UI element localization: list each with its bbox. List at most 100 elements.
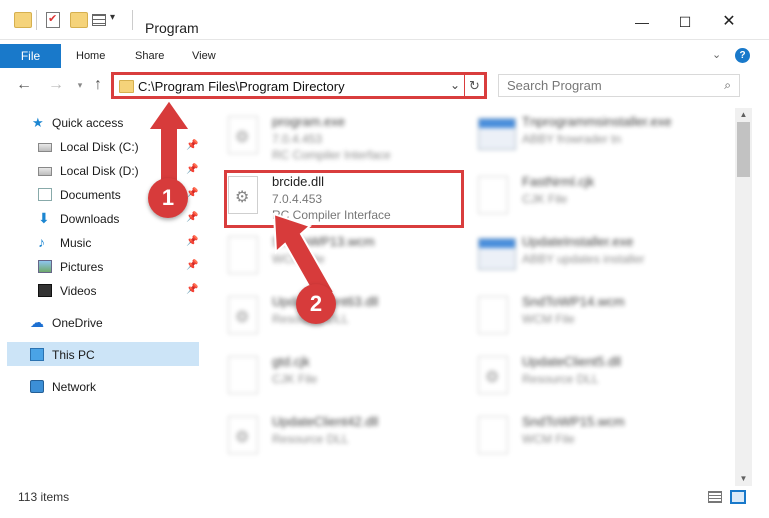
file-name: Tnprogrammsinstaller.exe — [522, 114, 672, 129]
large-icons-view-icon[interactable] — [730, 490, 746, 504]
scroll-up-arrow-icon[interactable]: ▲ — [735, 108, 752, 122]
tab-home[interactable]: Home — [76, 44, 105, 68]
file-name: UpdateInstaller.exe — [522, 234, 634, 249]
list-item[interactable]: Tnprogrammsinstaller.exe ABBY frowrader … — [452, 108, 702, 164]
pin-icon[interactable]: 📌 — [186, 260, 198, 271]
vertical-scrollbar[interactable]: ▲ ▼ — [735, 108, 752, 486]
file-icon — [478, 176, 508, 214]
sidebar-item-label: Network — [52, 380, 97, 394]
music-icon: ♪ — [38, 234, 45, 250]
sidebar-item-label: Local Disk (C:) — [60, 140, 139, 154]
file-name: UpdateClient5.dll — [522, 354, 622, 369]
installer-icon — [478, 118, 516, 150]
sidebar-item-label: OneDrive — [52, 316, 103, 330]
up-button[interactable]: ↑ — [88, 75, 108, 95]
expand-ribbon-chevron-icon[interactable]: ⌄ — [712, 48, 721, 61]
file-name: UpdateClient42.dll — [272, 414, 379, 429]
list-item[interactable]: UpdateInstaller.exe ABBY updates install… — [452, 228, 702, 284]
scrollbar-thumb[interactable] — [737, 122, 750, 177]
tab-share[interactable]: Share — [135, 44, 164, 68]
divider — [132, 10, 133, 30]
address-bar[interactable]: C:\Program Files\Program Directory ⌄ ↻ — [111, 72, 487, 99]
ribbon: File Home Share View ⌄ ? — [0, 44, 769, 68]
computer-icon — [30, 348, 44, 361]
sidebar-item-label: Downloads — [60, 212, 120, 226]
file-type: WCM File — [522, 312, 575, 326]
pictures-icon — [38, 260, 52, 273]
refresh-button[interactable]: ↻ — [464, 75, 484, 96]
file-highlight-box — [224, 170, 464, 228]
file-icon — [478, 416, 508, 454]
list-item[interactable]: UpdateClient42.dll Resource DLL — [202, 408, 452, 464]
file-name: program.exe — [272, 114, 345, 129]
sidebar-item-label: Quick access — [52, 116, 124, 130]
folder-icon — [14, 12, 32, 28]
close-button[interactable]: ✕ — [719, 12, 739, 32]
documents-icon — [38, 188, 52, 201]
list-item[interactable]: gtd.cjk CJK File — [202, 348, 452, 404]
callout-badge-2: 2 — [296, 284, 336, 324]
dll-file-icon — [478, 356, 508, 394]
file-type: WCM File — [522, 432, 575, 446]
details-view-icon[interactable] — [708, 491, 722, 503]
pin-icon[interactable]: 📌 — [186, 212, 198, 223]
customize-toolbar-chevron-icon[interactable]: ▾ — [110, 12, 115, 23]
drive-icon — [38, 143, 52, 152]
list-item[interactable]: SndToWP14.wcm WCM File — [452, 288, 702, 344]
recent-locations-chevron-icon[interactable]: ▾ — [70, 75, 90, 95]
list-item[interactable]: UpdateClient5.dll Resource DLL — [452, 348, 702, 404]
file-icon — [478, 296, 508, 334]
file-description: ABBY updates installer — [522, 252, 645, 266]
search-icon[interactable]: ⌕ — [724, 78, 731, 93]
list-item[interactable]: FastNrml.cjk CJK File — [452, 168, 702, 224]
address-dropdown-chevron-icon[interactable]: ⌄ — [450, 78, 460, 92]
file-type: CJK File — [522, 192, 568, 206]
installer-icon — [478, 238, 516, 270]
file-type: Resource DLL — [272, 432, 349, 446]
file-icon — [228, 236, 258, 274]
callout-badge-1: 1 — [148, 178, 188, 218]
scroll-down-arrow-icon[interactable]: ▼ — [735, 472, 752, 486]
tab-file[interactable]: File — [0, 44, 61, 68]
dll-file-icon — [228, 296, 258, 334]
forward-button[interactable]: → — [46, 75, 66, 95]
drive-icon — [38, 167, 52, 176]
status-bar: 113 items — [0, 486, 769, 508]
network-icon — [30, 380, 44, 393]
file-name: FastNrml.cjk — [522, 174, 595, 189]
sidebar-item-label: This PC — [52, 348, 95, 362]
divider — [36, 10, 37, 30]
pin-icon[interactable]: 📌 — [186, 284, 198, 295]
file-description: ABBY frowrader tn — [522, 132, 622, 146]
sidebar-item-label: Videos — [60, 284, 97, 298]
videos-icon — [38, 284, 52, 297]
sidebar-item-label: Pictures — [60, 260, 104, 274]
title-bar: ▾ Program — ☐ ✕ — [0, 0, 769, 40]
properties-check-icon[interactable] — [46, 12, 60, 28]
address-path[interactable]: C:\Program Files\Program Directory — [138, 79, 345, 94]
item-count: 113 items — [18, 490, 70, 504]
dll-file-icon — [228, 416, 258, 454]
list-item[interactable]: SndToWP15.wcm WCM File — [452, 408, 702, 464]
pin-icon[interactable]: 📌 — [186, 236, 198, 247]
list-item[interactable]: program.exe 7.0.4.453 RC Compiler Interf… — [202, 108, 452, 164]
folder-icon — [119, 80, 134, 93]
maximize-button[interactable]: ☐ — [675, 12, 695, 32]
file-version: 7.0.4.453 — [272, 132, 323, 146]
search-input[interactable]: Search Program ⌕ — [498, 74, 740, 97]
minimize-button[interactable]: — — [632, 12, 652, 32]
navigation-bar: ← → ▾ ↑ C:\Program Files\Program Directo… — [0, 72, 769, 100]
help-icon[interactable]: ? — [735, 48, 750, 63]
file-name: SndToWP15.wcm — [522, 414, 625, 429]
back-button[interactable]: ← — [14, 75, 34, 95]
file-icon — [228, 356, 258, 394]
tab-view[interactable]: View — [192, 44, 216, 68]
sidebar-item-label: Local Disk (D:) — [60, 164, 139, 178]
search-placeholder: Search Program — [507, 78, 602, 93]
new-folder-icon[interactable] — [70, 12, 88, 28]
quick-access-properties-icon[interactable] — [92, 14, 106, 26]
file-description: RC Compiler Interface — [272, 148, 391, 162]
file-type: Resource DLL — [522, 372, 599, 386]
sidebar-item-label: Music — [60, 236, 92, 250]
cloud-icon: ☁ — [30, 314, 44, 330]
